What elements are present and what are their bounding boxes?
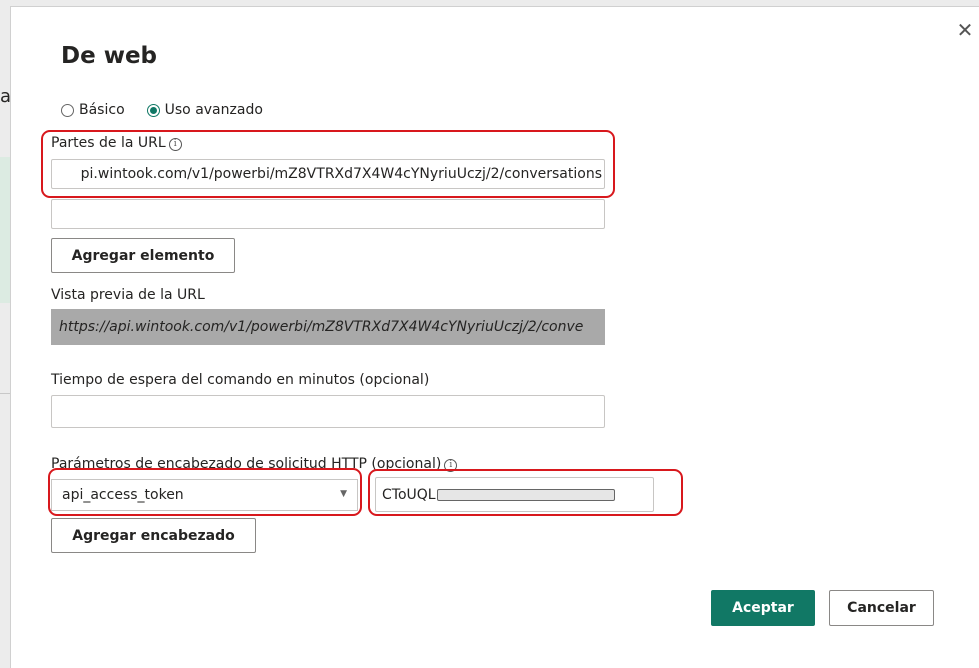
header-value-input[interactable]: CToUQL [375, 477, 654, 512]
redacted-value-box [436, 488, 615, 501]
http-headers-label: Parámetros de encabezado de solicitud HT… [51, 456, 458, 472]
radio-advanced-circle[interactable] [146, 103, 160, 117]
radio-advanced[interactable]: Uso avanzado [146, 102, 263, 118]
url-part-input-1-value: pi.wintook.com/v1/powerbi/mZ8VTRXd7X4W4c… [80, 166, 602, 182]
url-parts-label: Partes de la URL i [51, 135, 182, 151]
url-part-input-1[interactable]: pi.wintook.com/v1/powerbi/mZ8VTRXd7X4W4c… [51, 159, 605, 189]
close-icon[interactable]: ✕ [954, 19, 976, 41]
url-preview-label: Vista previa de la URL [51, 287, 205, 303]
radio-basic-label: Básico [79, 102, 125, 118]
radio-advanced-label: Uso avanzado [164, 102, 263, 118]
url-preview-value: https://api.wintook.com/v1/powerbi/mZ8VT… [59, 319, 584, 335]
radio-basic-circle[interactable] [61, 103, 74, 117]
header-value-text: CToUQL [382, 486, 436, 503]
chevron-down-icon[interactable]: ▼ [340, 489, 347, 499]
url-part-input-2[interactable] [51, 199, 605, 229]
header-name-value: api_access_token [62, 487, 184, 503]
add-header-button[interactable]: Agregar encabezado [51, 518, 256, 553]
info-icon[interactable]: i [168, 138, 182, 151]
url-preview-field: https://api.wintook.com/v1/powerbi/mZ8VT… [51, 309, 605, 345]
mode-radio-group: Básico Uso avanzado [61, 102, 285, 118]
url-parts-label-text: Partes de la URL [51, 135, 166, 151]
header-name-select[interactable]: api_access_token ▼ [51, 479, 358, 511]
info-icon[interactable]: i [444, 459, 458, 472]
accept-button[interactable]: Aceptar [711, 590, 815, 626]
timeout-input[interactable] [51, 395, 605, 428]
cancel-button[interactable]: Cancelar [829, 590, 934, 626]
dialog-title: De web [61, 43, 158, 69]
radio-basic[interactable]: Básico [61, 102, 125, 118]
from-web-dialog: ✕ De web Básico Uso avanzado Partes de l… [10, 6, 979, 668]
timeout-label: Tiempo de espera del comando en minutos … [51, 372, 430, 388]
add-element-button[interactable]: Agregar elemento [51, 238, 235, 273]
http-headers-label-text: Parámetros de encabezado de solicitud HT… [51, 456, 442, 472]
